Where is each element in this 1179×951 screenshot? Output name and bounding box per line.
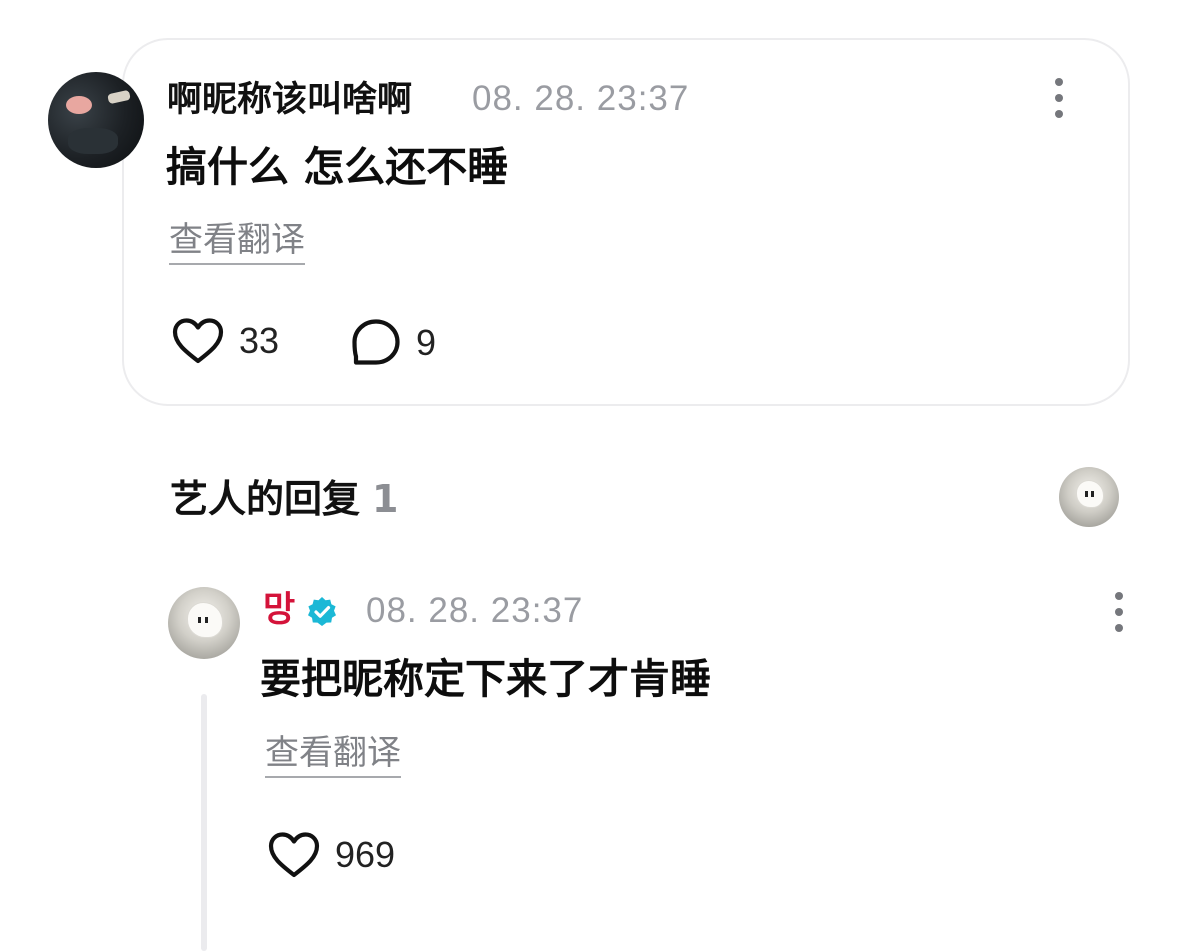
- artist-replies-header[interactable]: 艺人的回复 1: [170, 474, 398, 524]
- heart-icon: [172, 318, 224, 364]
- comment-reply-button[interactable]: 9: [350, 317, 436, 369]
- commenter-avatar[interactable]: [48, 72, 144, 168]
- reply-timestamp: 08. 28. 23:37: [366, 591, 584, 630]
- comment-translate-link[interactable]: 查看翻译: [169, 218, 305, 265]
- heart-icon: [268, 832, 320, 878]
- reply-translate-link[interactable]: 查看翻译: [265, 731, 401, 778]
- artist-replies-title: 艺人的回复: [170, 477, 361, 521]
- reply-like-button[interactable]: 969: [267, 831, 395, 879]
- comment-more-button[interactable]: [1053, 78, 1065, 118]
- speech-bubble-icon: [352, 319, 400, 365]
- verified-badge-icon: [308, 597, 336, 626]
- comment-thread-screen: 啊昵称该叫啥啊 08. 28. 23:37 搞什么 怎么还不睡 查看翻译 33 …: [0, 0, 1179, 951]
- comment-like-button[interactable]: 33: [171, 317, 279, 365]
- reply-text: 要把昵称定下来了才肯睡: [260, 655, 711, 703]
- artist-avatar[interactable]: [168, 587, 240, 659]
- comment-timestamp: 08. 28. 23:37: [472, 79, 690, 118]
- artist-replies-count: 1: [372, 477, 399, 521]
- comment-text: 搞什么 怎么还不睡: [166, 143, 509, 191]
- reply-thread-line: [201, 694, 207, 951]
- artist-name[interactable]: 망: [263, 588, 295, 632]
- comment-reply-count: 9: [416, 322, 437, 363]
- more-vertical-icon: [1055, 78, 1063, 86]
- comment-like-count: 33: [239, 320, 280, 361]
- reply-like-count: 969: [335, 834, 396, 875]
- reply-more-button[interactable]: [1113, 592, 1125, 632]
- artist-avatar-small[interactable]: [1059, 467, 1119, 527]
- commenter-nickname[interactable]: 啊昵称该叫啥啊: [167, 78, 412, 122]
- more-vertical-icon: [1115, 592, 1123, 600]
